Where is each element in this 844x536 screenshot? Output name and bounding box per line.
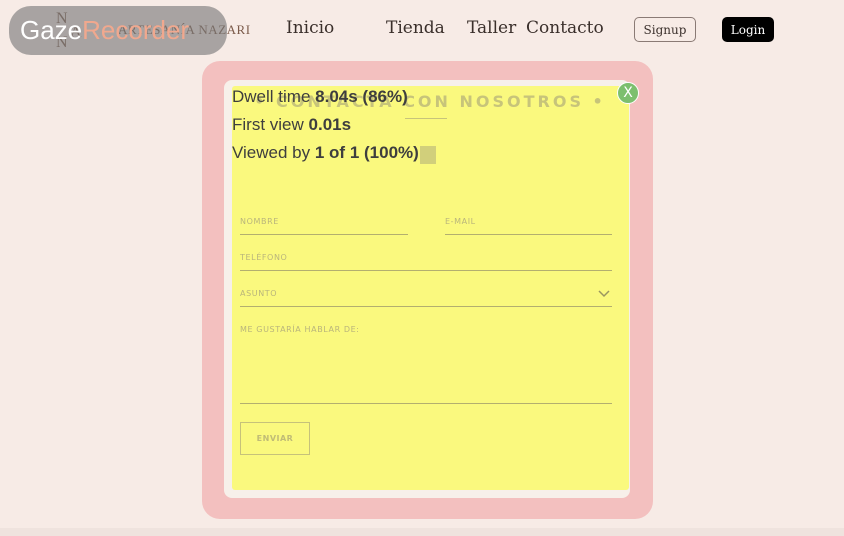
decorative-icon <box>420 146 436 164</box>
page-bottom-edge <box>0 528 844 536</box>
viewed-by-stat: Viewed by 1 of 1 (100%) <box>232 143 419 162</box>
nombre-label: NOMBRE <box>240 217 279 226</box>
login-button[interactable]: Login <box>722 17 774 42</box>
gazerecorder-badge: Gaze Recorder <box>9 6 227 55</box>
signup-button[interactable]: Signup <box>634 17 696 42</box>
mensaje-textarea[interactable] <box>240 403 612 404</box>
nav-tienda[interactable]: Tienda <box>386 18 445 38</box>
nombre-input[interactable] <box>240 234 408 235</box>
chevron-down-icon[interactable] <box>597 289 611 299</box>
nav-inicio[interactable]: Inicio <box>286 18 334 38</box>
nav-taller[interactable]: Taller <box>467 18 516 38</box>
asunto-select[interactable] <box>240 306 612 307</box>
title-divider <box>405 118 447 119</box>
gazerecorder-label-part2: Recorder <box>82 15 190 45</box>
mensaje-label: ME GUSTARÍA HABLAR DE: <box>240 325 360 334</box>
dwell-time-stat: Dwell time 8.04s (86%) <box>232 87 408 106</box>
telefono-label: TELÉFONO <box>240 253 288 262</box>
email-input[interactable] <box>445 234 612 235</box>
nav-contacto[interactable]: Contacto <box>526 18 604 38</box>
gazerecorder-label-part1: Gaze <box>20 15 83 45</box>
asunto-label: ASUNTO <box>240 289 278 298</box>
close-icon[interactable]: X <box>617 82 639 104</box>
first-view-stat: First view 0.01s <box>232 115 352 134</box>
telefono-input[interactable] <box>240 270 612 271</box>
enviar-button[interactable]: ENVIAR <box>240 422 310 455</box>
email-label: E-MAIL <box>445 217 476 226</box>
